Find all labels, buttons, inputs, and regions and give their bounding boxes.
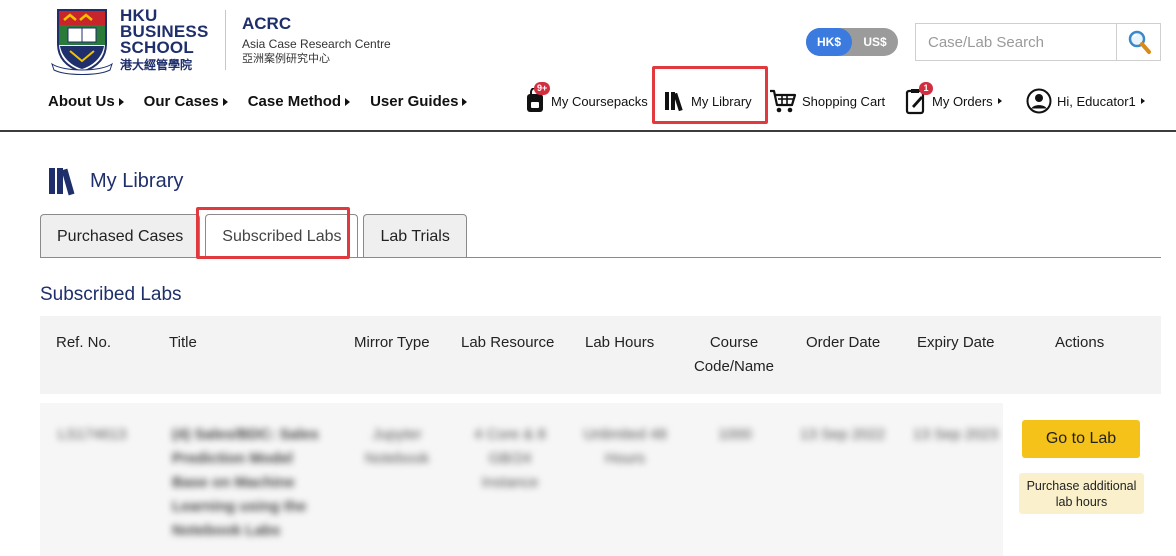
caret-right-icon xyxy=(462,97,468,106)
cart-label: Shopping Cart xyxy=(802,93,886,109)
nav-our-cases[interactable]: Our Cases xyxy=(144,93,228,110)
col-lab-hours: Lab Hours xyxy=(585,334,655,351)
cell-ref-no: LS174613 xyxy=(58,426,127,443)
currency-option-hkd[interactable]: HK$ xyxy=(806,28,852,56)
caret-right-icon xyxy=(222,97,228,106)
title-line: Learning using the xyxy=(172,498,307,515)
go-to-lab-button[interactable]: Go to Lab xyxy=(1022,420,1140,458)
caret-right-icon xyxy=(1140,98,1145,104)
coursepacks-label: My Coursepacks xyxy=(551,93,648,109)
col-actions: Actions xyxy=(1055,334,1105,351)
acrc-logo[interactable]: ACRC Asia Case Research Centre 亞洲案例研究中心 xyxy=(242,14,391,66)
brand-chinese-name: 港大經管學院 xyxy=(120,58,193,72)
caret-right-icon xyxy=(997,98,1002,104)
col-course-line1: Course xyxy=(709,334,759,351)
cart-icon xyxy=(770,89,797,113)
acrc-chinese-name: 亞洲案例研究中心 xyxy=(242,52,330,65)
search-input[interactable] xyxy=(916,24,1116,60)
title-line: (4) Sales/BDC: Sales xyxy=(172,426,319,443)
resource-line: 4 Core & 8 xyxy=(474,426,546,443)
nav-account[interactable]: Hi, Educator1 xyxy=(1026,82,1145,120)
magnifier-icon xyxy=(1128,30,1151,54)
cell-lab-resource: 4 Core & 8 GB/24 Instance xyxy=(460,423,560,495)
cell-expiry-date: 13 Sep 2023 xyxy=(913,426,999,443)
cell-course-code: 1000 xyxy=(718,426,752,443)
cell-order-date: 13 Sep 2022 xyxy=(800,426,886,443)
section-title: Subscribed Labs xyxy=(40,284,182,305)
title-line: Prediction Model xyxy=(172,450,293,467)
col-title: Title xyxy=(169,334,197,351)
col-mirror-type: Mirror Type xyxy=(354,334,430,351)
table-header: Ref. No. Title Mirror Type Lab Resource … xyxy=(40,316,1161,394)
col-order-date: Order Date xyxy=(806,334,881,351)
col-ref-no: Ref. No. xyxy=(56,334,112,351)
library-tabs: Purchased Cases Subscribed Labs Lab Tria… xyxy=(40,214,472,258)
purchase-line2: lab hours xyxy=(1055,494,1108,509)
hku-business-school-logo[interactable]: HKU BUSINESS SCHOOL 港大經管學院 xyxy=(120,7,220,74)
col-course-line2: Code/Name xyxy=(693,358,775,375)
nav-label: Our Cases xyxy=(143,93,219,110)
nav-case-method[interactable]: Case Method xyxy=(247,93,351,110)
resource-line: GB/24 xyxy=(488,450,532,467)
account-label: Hi, Educator1 xyxy=(1057,93,1136,109)
library-label: My Library xyxy=(691,93,752,109)
hours-line: Unlimited 48 xyxy=(583,426,667,443)
title-line: Base on Machine xyxy=(172,474,295,491)
hku-crest-icon[interactable] xyxy=(50,6,114,76)
page-title: My Library xyxy=(48,166,183,196)
resource-line: Instance xyxy=(481,474,539,491)
nav-user-guides[interactable]: User Guides xyxy=(370,93,468,110)
tab-subscribed-labs[interactable]: Subscribed Labs xyxy=(205,214,359,258)
nav-my-coursepacks[interactable]: 9+ My Coursepacks xyxy=(524,82,648,120)
nav-label: User Guides xyxy=(370,93,459,110)
orders-badge: 1 xyxy=(919,82,933,95)
nav-label: Case Method xyxy=(247,93,342,110)
tabs-divider xyxy=(40,257,1161,258)
cell-title[interactable]: (4) Sales/BDC: Sales Prediction Model Ba… xyxy=(172,423,347,543)
user-icon xyxy=(1026,88,1052,114)
hours-line: Hours xyxy=(604,450,645,467)
acrc-subtitle: Asia Case Research Centre xyxy=(242,37,391,51)
col-course-code: Course Code/Name xyxy=(680,331,788,379)
table-row: LS174613 (4) Sales/BDC: Sales Prediction… xyxy=(40,403,1161,556)
site-header: HKU BUSINESS SCHOOL 港大經管學院 ACRC Asia Cas… xyxy=(0,0,1176,132)
caret-right-icon xyxy=(345,97,351,106)
nav-shopping-cart[interactable]: Shopping Cart xyxy=(769,82,885,120)
tab-lab-trials[interactable]: Lab Trials xyxy=(363,214,467,258)
brand-school-line: SCHOOL xyxy=(120,38,194,57)
brand-divider xyxy=(225,10,226,70)
currency-option-usd[interactable]: US$ xyxy=(852,28,898,56)
col-lab-resource: Lab Resource xyxy=(461,334,555,351)
books-icon xyxy=(49,168,75,196)
caret-right-icon xyxy=(118,97,124,106)
cell-mirror-type: Jupyter Notebook xyxy=(352,423,442,471)
cell-lab-hours: Unlimited 48 Hours xyxy=(570,423,680,471)
currency-toggle[interactable]: HK$ US$ xyxy=(806,28,898,56)
acrc-title: ACRC xyxy=(242,14,292,33)
purchase-line1: Purchase additional xyxy=(1026,478,1137,493)
nav-my-library[interactable]: My Library xyxy=(664,82,752,120)
main-nav: About Us Our Cases Case Method User Guid… xyxy=(48,93,487,110)
mirror-line: Notebook xyxy=(364,450,430,467)
search-box xyxy=(915,23,1161,61)
purchase-hours-button[interactable]: Purchase additional lab hours xyxy=(1019,473,1144,514)
orders-label: My Orders xyxy=(932,93,993,109)
search-button[interactable] xyxy=(1116,24,1160,60)
coursepacks-badge: 9+ xyxy=(534,82,551,95)
tab-purchased-cases[interactable]: Purchased Cases xyxy=(40,214,201,258)
title-line: Notebook Labs xyxy=(172,522,281,539)
mirror-line: Jupyter xyxy=(372,426,422,443)
nav-about-us[interactable]: About Us xyxy=(48,93,124,110)
books-icon xyxy=(665,92,683,112)
nav-label: About Us xyxy=(48,93,115,110)
page-title-text: My Library xyxy=(90,169,184,192)
nav-my-orders[interactable]: 1 My Orders xyxy=(905,82,1002,120)
col-expiry-date: Expiry Date xyxy=(917,334,995,351)
